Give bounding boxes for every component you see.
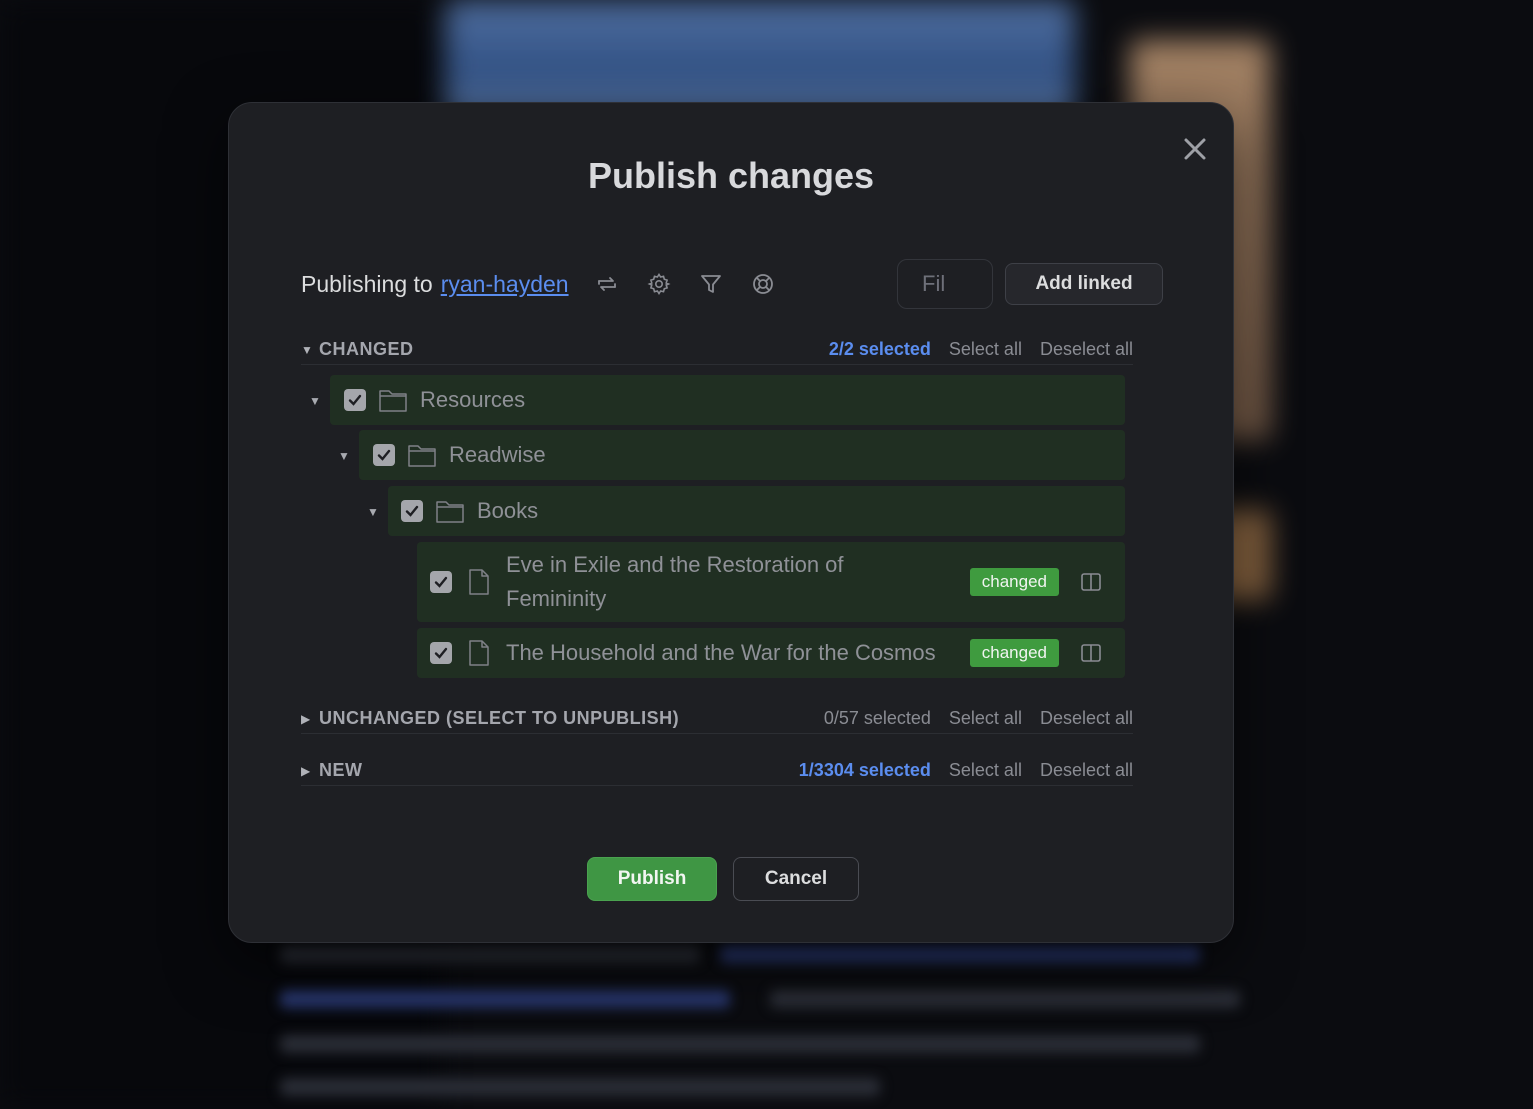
section-title[interactable]: UNCHANGED (SELECT TO UNPUBLISH): [319, 708, 679, 729]
checkbox[interactable]: [373, 444, 395, 466]
folder-expand-caret-icon[interactable]: ▼: [309, 394, 321, 408]
filter-input[interactable]: [897, 259, 993, 309]
publishing-to-label: Publishing to: [301, 270, 433, 297]
file-name: Eve in Exile and the Restoration of Femi…: [506, 552, 844, 611]
tree-folder-resources[interactable]: Resources: [330, 375, 1125, 425]
folder-name: Books: [477, 498, 539, 523]
tree-folder-books[interactable]: Books: [388, 486, 1125, 536]
check-icon: [348, 394, 362, 406]
file-icon: [464, 568, 494, 596]
file-icon: [464, 639, 494, 667]
check-icon: [434, 647, 448, 659]
add-linked-button[interactable]: Add linked: [1005, 263, 1163, 305]
deselect-all-link[interactable]: Deselect all: [1040, 760, 1133, 781]
section-title[interactable]: NEW: [319, 760, 363, 781]
deselect-all-link[interactable]: Deselect all: [1040, 339, 1133, 360]
folder-name: Readwise: [449, 442, 546, 467]
check-icon: [405, 505, 419, 517]
checkbox[interactable]: [430, 571, 452, 593]
deselect-all-link[interactable]: Deselect all: [1040, 708, 1133, 729]
target-site-link[interactable]: ryan-hayden: [441, 271, 569, 298]
section-title[interactable]: CHANGED: [319, 339, 414, 360]
status-badge: changed: [969, 568, 1059, 596]
split-view-icon[interactable]: [1079, 570, 1103, 594]
section-changed-header: ▼ CHANGED 2/2 selected Select all Desele…: [301, 335, 1133, 365]
folder-icon: [435, 497, 465, 525]
tree-file-row[interactable]: Eve in Exile and the Restoration of Femi…: [417, 542, 1125, 622]
folder-name: Resources: [420, 387, 526, 412]
selected-count: 0/57 selected: [823, 708, 931, 728]
tree-file-row[interactable]: The Household and the War for the Cosmos…: [417, 628, 1125, 678]
split-view-icon[interactable]: [1079, 641, 1103, 665]
collapse-caret-icon[interactable]: ▶: [301, 712, 319, 726]
folder-expand-caret-icon[interactable]: ▼: [338, 449, 350, 463]
checkbox[interactable]: [430, 642, 452, 664]
publish-button[interactable]: Publish: [587, 857, 717, 901]
file-name: The Household and the War for the Cosmos: [506, 640, 936, 665]
tree-folder-readwise[interactable]: Readwise: [359, 430, 1125, 480]
collapse-caret-icon[interactable]: ▶: [301, 764, 319, 778]
selected-count: 2/2 selected: [828, 339, 931, 359]
select-all-link[interactable]: Select all: [949, 339, 1022, 360]
sync-icon[interactable]: [593, 270, 621, 298]
dialog-title: Publish changes: [587, 155, 875, 196]
checkbox[interactable]: [401, 500, 423, 522]
selected-count: 1/3304 selected: [798, 760, 931, 780]
section-unchanged-header: ▶ UNCHANGED (SELECT TO UNPUBLISH) 0/57 s…: [301, 704, 1133, 734]
status-badge: changed: [969, 639, 1059, 667]
help-lifebuoy-icon[interactable]: [749, 270, 777, 298]
select-all-link[interactable]: Select all: [949, 760, 1022, 781]
checkbox[interactable]: [344, 389, 366, 411]
publish-dialog: Publish changes Publishing to ryan-hayde…: [228, 102, 1234, 943]
check-icon: [434, 576, 448, 588]
publish-toolbar: Publishing to ryan-hayden Add: [301, 259, 1163, 309]
gear-icon[interactable]: [645, 270, 673, 298]
expand-caret-icon[interactable]: ▼: [301, 343, 319, 357]
section-new-header: ▶ NEW 1/3304 selected Select all Deselec…: [301, 756, 1133, 786]
cancel-button[interactable]: Cancel: [733, 857, 859, 901]
folder-expand-caret-icon[interactable]: ▼: [367, 505, 379, 519]
folder-icon: [407, 441, 437, 469]
folder-icon: [378, 386, 408, 414]
check-icon: [377, 449, 391, 461]
select-all-link[interactable]: Select all: [949, 708, 1022, 729]
filter-icon[interactable]: [697, 270, 725, 298]
